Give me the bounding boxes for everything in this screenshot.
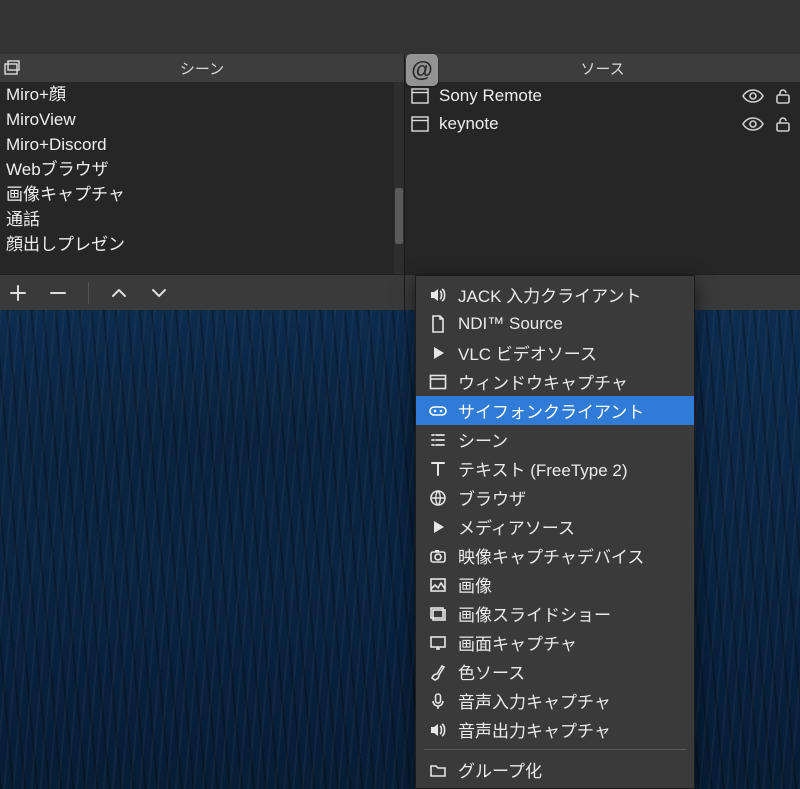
play-icon [428, 344, 448, 362]
menu-item-label: 色ソース [458, 659, 525, 684]
menu-item-label: 画面キャプチャ [458, 630, 577, 655]
menu-item-label: テキスト (FreeType 2) [458, 456, 628, 481]
menu-item-label: サイフォンクライアント [458, 398, 644, 423]
source-item[interactable]: Sony Remote [405, 82, 800, 110]
menu-item[interactable]: NDI™ Source [416, 309, 694, 338]
menu-item[interactable]: 映像キャプチャデバイス [416, 541, 694, 570]
menu-item[interactable]: メディアソース [416, 512, 694, 541]
scene-item[interactable]: 画像キャプチャ [0, 182, 404, 207]
window-icon [428, 373, 448, 391]
sources-list[interactable]: Sony Remote keynote [405, 82, 800, 274]
move-scene-down-button[interactable] [147, 281, 171, 305]
scene-item[interactable]: 通話 [0, 207, 404, 232]
mic-icon [428, 692, 448, 710]
scene-item[interactable]: Miro+Discord [0, 132, 404, 157]
sources-title: ソース [405, 58, 800, 79]
menu-item[interactable]: ウィンドウキャプチャ [416, 367, 694, 396]
scene-item[interactable]: 顔出しプレゼン [0, 232, 404, 257]
list-icon [428, 431, 448, 449]
menu-item-label: JACK 入力クライアント [458, 282, 642, 307]
menu-item-label: 映像キャプチャデバイス [458, 543, 644, 568]
menu-separator [424, 749, 686, 750]
source-item[interactable]: keynote [405, 110, 800, 138]
slides-icon [428, 605, 448, 623]
app-shell: シーン Miro+顔 MiroView Miro+Discord Webブラウザ… [0, 0, 800, 310]
doc-icon [428, 315, 448, 333]
menu-item[interactable]: VLC ビデオソース [416, 338, 694, 367]
scene-item[interactable]: MiroView [0, 107, 404, 132]
source-name: Sony Remote [439, 86, 734, 106]
speaker-icon [428, 286, 448, 304]
scenes-header[interactable]: シーン [0, 54, 404, 82]
monitor-icon [428, 634, 448, 652]
scenes-list[interactable]: Miro+顔 MiroView Miro+Discord Webブラウザ 画像キ… [0, 82, 404, 274]
menu-item-label: シーン [458, 427, 508, 452]
source-name: keynote [439, 114, 734, 134]
globe-icon [428, 489, 448, 507]
menu-item[interactable]: 画像スライドショー [416, 599, 694, 628]
remove-scene-button[interactable] [46, 281, 70, 305]
scrollbar-thumb[interactable] [395, 188, 403, 244]
menu-item-label: メディアソース [458, 514, 575, 539]
scenes-title: シーン [0, 58, 404, 79]
toolbar-separator [88, 282, 89, 304]
image-icon [428, 576, 448, 594]
lock-toggle[interactable] [772, 115, 794, 133]
add-source-menu[interactable]: JACK 入力クライアント NDI™ Source VLC ビデオソースウィンドウキ… [415, 275, 695, 789]
menu-item-label: ブラウザ [458, 485, 526, 510]
menu-item-label: NDI™ Source [458, 314, 563, 334]
floating-at-tile[interactable]: @ [406, 54, 438, 86]
menu-item[interactable]: サイフォンクライアント [416, 396, 694, 425]
scenes-panel: シーン Miro+顔 MiroView Miro+Discord Webブラウザ… [0, 54, 405, 310]
scenes-toolbar [0, 274, 404, 310]
menu-item[interactable]: シーン [416, 425, 694, 454]
sources-panel: ソース Sony Remote [405, 54, 800, 310]
menu-item[interactable]: 音声入力キャプチャ [416, 686, 694, 715]
menu-item[interactable]: テキスト (FreeType 2) [416, 454, 694, 483]
menu-item-label: 音声入力キャプチャ [458, 688, 611, 713]
menu-item[interactable]: 画像 [416, 570, 694, 599]
menu-item[interactable]: ブラウザ [416, 483, 694, 512]
menu-item-label: 音声出力キャプチャ [458, 717, 611, 742]
visibility-toggle[interactable] [742, 88, 764, 104]
window-icon [411, 116, 431, 132]
move-scene-up-button[interactable] [107, 281, 131, 305]
menu-item-label: 画像スライドショー [458, 601, 611, 626]
menu-item[interactable]: 色ソース [416, 657, 694, 686]
menu-item[interactable]: 画面キャプチャ [416, 628, 694, 657]
at-glyph: @ [411, 57, 432, 83]
game-icon [428, 402, 448, 420]
camera-icon [428, 547, 448, 565]
menu-item-label: VLC ビデオソース [458, 340, 597, 365]
menu-item[interactable]: 音声出力キャプチャ [416, 715, 694, 744]
add-scene-button[interactable] [6, 281, 30, 305]
speaker-icon [428, 721, 448, 739]
visibility-toggle[interactable] [742, 116, 764, 132]
dock-icon [2, 60, 22, 76]
scrollbar[interactable] [394, 82, 404, 274]
sources-header[interactable]: ソース [405, 54, 800, 82]
scene-item[interactable]: Webブラウザ [0, 157, 404, 182]
play-icon [428, 518, 448, 536]
top-strip [0, 0, 800, 54]
menu-item-label: ウィンドウキャプチャ [458, 369, 628, 394]
lock-toggle[interactable] [772, 87, 794, 105]
menu-item[interactable]: JACK 入力クライアント [416, 280, 694, 309]
text-icon [428, 460, 448, 478]
menu-item-group[interactable]: グループ化 [416, 755, 694, 784]
menu-item-label: 画像 [458, 572, 492, 597]
brush-icon [428, 663, 448, 681]
menu-item-label: グループ化 [458, 757, 542, 782]
scene-item[interactable]: Miro+顔 [0, 82, 404, 107]
window-icon [411, 88, 431, 104]
folder-icon [428, 761, 448, 779]
